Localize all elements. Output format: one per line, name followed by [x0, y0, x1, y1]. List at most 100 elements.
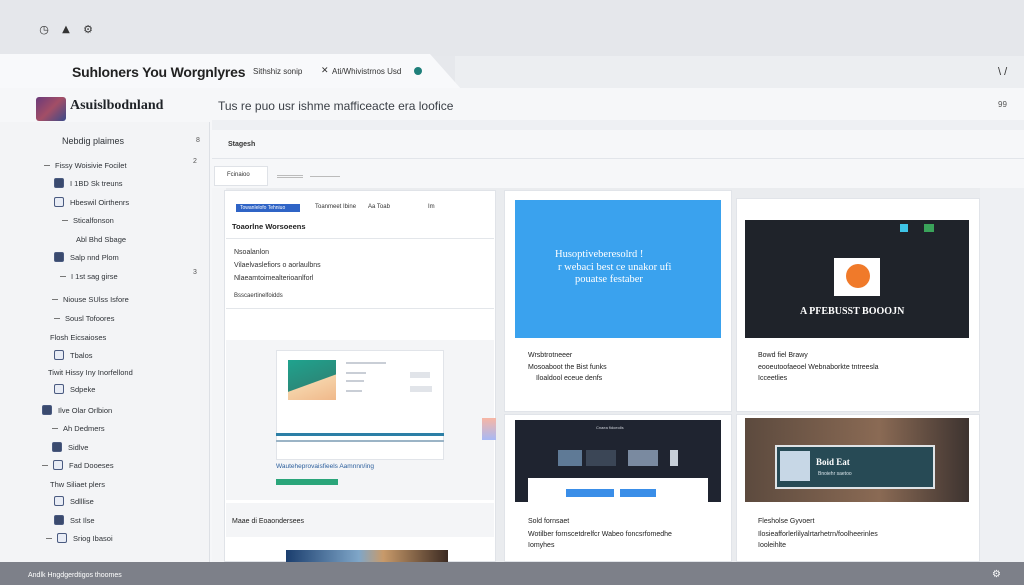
- preview-bar: [276, 433, 444, 436]
- page-icon: [54, 197, 64, 207]
- card-button[interactable]: [566, 489, 614, 497]
- sidebar-item[interactable]: Sticalfonson: [62, 213, 114, 227]
- sidebar-item[interactable]: Abl Bhd Sbage: [76, 232, 126, 246]
- sidebar-item[interactable]: Sdlllise: [54, 494, 94, 508]
- sidebar-item-label: Salp nnd Plom: [70, 252, 119, 262]
- editor-line: Nsoalanlon: [234, 249, 270, 256]
- card-panel: [528, 478, 708, 502]
- scroll-gutter[interactable]: [980, 188, 1024, 562]
- card-caption: Ilosieafforlerlilyalrtarhetrn/foolheerin…: [758, 531, 878, 538]
- sidebar-item[interactable]: I 1BD Sk treuns: [54, 176, 123, 190]
- sidebar-item[interactable]: Sriog Ibasoi: [46, 531, 113, 545]
- card-thumbnail: [780, 451, 810, 481]
- sidebar-item[interactable]: Tbalos: [54, 348, 93, 362]
- dash-icon: [52, 427, 58, 429]
- card-caption: Flesholse Gyvoert: [758, 518, 815, 525]
- divider: [226, 238, 494, 239]
- dash-icon: [44, 164, 50, 166]
- page-icon: [54, 496, 64, 506]
- sidebar-item[interactable]: Ilve Olar Orlbion: [42, 403, 112, 417]
- sidebar-item-label: Sousl Tofoores: [65, 313, 115, 323]
- card-caption: Iloaldool eceue denfs: [536, 375, 603, 382]
- sidebar-item[interactable]: Sst Ilse: [54, 513, 95, 527]
- tab-underline: [310, 176, 340, 177]
- dash-icon: [42, 464, 48, 466]
- sidebar-title-count: 8: [196, 137, 200, 144]
- sidebar-item-label: Fad Dooeses: [69, 460, 114, 470]
- toolbar-item[interactable]: Aa Toab: [368, 204, 390, 210]
- editor-line: Vilaelvaslefiors o aorlaulbns: [234, 262, 321, 269]
- settings-icon[interactable]: ⚙: [82, 24, 94, 36]
- tab-info: Sithshiz sonip: [253, 67, 303, 76]
- card-caption: Bowd fiel Brawy: [758, 352, 808, 359]
- editor-line: Nlaeamtoimealterioanlforl: [234, 275, 314, 282]
- tab-menu-icon[interactable]: [277, 175, 303, 178]
- sidebar-item-label: Sticalfonson: [73, 215, 114, 225]
- sidebar-item-label: I 1BD Sk treuns: [70, 178, 123, 188]
- page-icon: [54, 350, 64, 360]
- wifi-icon[interactable]: ▲: [60, 24, 72, 36]
- status-bar: [0, 562, 1024, 585]
- card-image-subtitle: Bnoiehr saetoo: [818, 471, 852, 477]
- preview-bar: [276, 440, 444, 442]
- card-image-text: Cnaea fidoeolls: [596, 425, 624, 430]
- sidebar-item[interactable]: Thw Siliaet plers: [50, 477, 105, 491]
- clock-icon[interactable]: ◷: [38, 24, 50, 36]
- card-caption: Mosoaboot the Bist funks: [528, 364, 607, 371]
- sidebar-title: Nebdig plaimes: [62, 136, 125, 146]
- preview-progress: [276, 479, 338, 485]
- card-caption: Iomyhes: [528, 542, 555, 549]
- header-divider: [212, 120, 1024, 130]
- sidebar-item-label: Sidlve: [68, 442, 89, 452]
- window-control[interactable]: \ /: [998, 66, 1007, 78]
- header-count: 99: [998, 100, 1007, 109]
- sidebar-count: 3: [193, 269, 197, 276]
- close-tab-icon[interactable]: ✕: [321, 66, 329, 76]
- sidebar-item[interactable]: Sdpeke: [54, 382, 95, 396]
- content-divider: [212, 158, 1024, 159]
- sidebar-item-label: Tbalos: [70, 350, 93, 360]
- card-image-title: A PFEBUSST BOOOJN: [800, 306, 905, 317]
- grid-icon: [52, 442, 62, 452]
- sidebar-item[interactable]: Ah Dedmers: [52, 421, 105, 435]
- sidebar-item-label: Abl Bhd Sbage: [76, 234, 127, 244]
- window-title: Suhloners You Worgnlyres: [72, 64, 246, 80]
- sidebar-item[interactable]: I 1st sag girse: [60, 269, 118, 283]
- sidebar-item[interactable]: Sidlve: [52, 440, 88, 454]
- sidebar-item[interactable]: Flosh Eicsaioses: [50, 330, 106, 344]
- page-icon: [53, 460, 63, 470]
- content-label: Stagesh: [228, 141, 256, 148]
- tab-primary[interactable]: Fcinaioo: [214, 166, 268, 186]
- card-caption: Sold fornsaet: [528, 518, 570, 525]
- sidebar-item[interactable]: Fissy Woisivie Focilet: [44, 158, 127, 172]
- sidebar-item[interactable]: Salp nnd Plom: [54, 250, 119, 264]
- dash-icon: [60, 275, 66, 277]
- sidebar-item[interactable]: Sousl Tofoores: [54, 311, 114, 325]
- dash-icon: [52, 298, 58, 300]
- sidebar-item[interactable]: Hbeswil Oirthenrs: [54, 195, 129, 209]
- sidebar-item[interactable]: Fad Dooeses: [42, 458, 114, 472]
- section-title: Maae di Eoaondersees: [232, 518, 304, 525]
- sidebar-item-label: Tiwit Hissy Iny Inorfellond: [48, 367, 133, 377]
- card-button[interactable]: [620, 489, 656, 497]
- editor-small-text: Bsscaertinelfoidds: [234, 293, 283, 299]
- toolbar-item[interactable]: Im: [428, 204, 435, 210]
- sidebar-item-label: Sdlllise: [70, 496, 94, 506]
- tab-meta: Ati/Whivistrnos Usd: [332, 67, 402, 76]
- gear-icon[interactable]: ⚙: [992, 569, 1001, 580]
- toolbar-item-active[interactable]: Towanlelofo Tehniuo: [236, 204, 300, 212]
- card-caption: Wrsbtrotneeer: [528, 352, 573, 359]
- page-icon: [54, 384, 64, 394]
- toolbar-item[interactable]: Toanmeet Ibine: [315, 204, 356, 210]
- card-caption: eooeutoofaeoel Webnaborkte tntreesla: [758, 364, 879, 371]
- sidebar-item[interactable]: Tiwit Hissy Iny Inorfellond: [48, 365, 133, 379]
- sidebar-item[interactable]: Niouse SUlss Isfore: [52, 292, 129, 306]
- status-dot-icon: [414, 67, 422, 75]
- card-image-text: Husoptiveberesolrd !: [555, 249, 644, 260]
- dash-icon: [54, 317, 60, 319]
- preview-image: [288, 360, 336, 400]
- section-image: [286, 550, 448, 562]
- sidebar-item-label: Niouse SUlss Isfore: [63, 294, 129, 304]
- folder-icon: [54, 178, 64, 188]
- os-top-bar: ◷ ▲ ⚙: [0, 0, 1024, 56]
